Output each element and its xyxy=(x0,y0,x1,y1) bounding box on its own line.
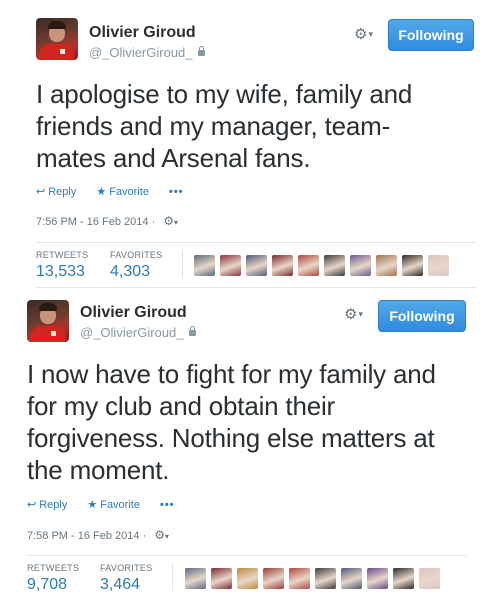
favorites-label: FAVORITES xyxy=(110,250,163,260)
tweet-text-line: friends and my manager, team- xyxy=(36,111,391,141)
favorite-button[interactable]: ★ Favorite xyxy=(96,185,159,198)
favorite-label: Favorite xyxy=(109,186,149,198)
favoriter-avatar[interactable] xyxy=(289,568,310,589)
retweets-label: RETWEETS xyxy=(27,563,80,573)
favoriter-avatar[interactable] xyxy=(194,255,215,276)
favoriter-avatar[interactable] xyxy=(263,568,284,589)
reply-icon: ↩ xyxy=(27,499,37,511)
favoriter-avatar[interactable] xyxy=(298,255,319,276)
tweet-text: I now have to fight for my family and fo… xyxy=(27,358,472,486)
divider xyxy=(27,555,467,556)
favoriter-avatar[interactable] xyxy=(350,255,371,276)
favorites-count[interactable]: 3,464 xyxy=(100,576,140,594)
tweet-text-line: I now have to fight for my family and xyxy=(27,359,436,389)
gear-small-button[interactable]: ⚙▾ xyxy=(154,528,169,542)
gear-small-button[interactable]: ⚙▾ xyxy=(163,214,178,228)
tweet-text-line: forgiveness. Nothing else matters at xyxy=(27,423,435,453)
favoriter-avatar[interactable] xyxy=(272,255,293,276)
tweet-actions: ↩ Reply ★ Favorite ••• xyxy=(36,185,194,198)
reply-button[interactable]: ↩ Reply xyxy=(27,498,77,511)
favoriter-avatar[interactable] xyxy=(367,568,388,589)
tweet-text-line: for my club and obtain their xyxy=(27,391,336,421)
favoriter-avatar[interactable] xyxy=(246,255,267,276)
user-handle[interactable]: @_OlivierGiroud_ xyxy=(89,45,205,60)
gear-menu-button[interactable]: ⚙▾ xyxy=(354,25,373,43)
tweet-actions: ↩ Reply ★ Favorite ••• xyxy=(27,498,185,511)
tweet-timestamp: 7:58 PM - 16 Feb 2014 · ⚙▾ xyxy=(27,528,169,542)
gear-menu-button[interactable]: ⚙▾ xyxy=(344,305,363,323)
favoriter-avatar[interactable] xyxy=(341,568,362,589)
gear-icon: ⚙ xyxy=(163,214,174,228)
following-button[interactable]: Following xyxy=(388,19,474,51)
reply-label: Reply xyxy=(39,499,68,511)
reply-icon: ↩ xyxy=(36,186,46,198)
star-icon: ★ xyxy=(96,186,107,198)
timestamp-text[interactable]: 7:58 PM - 16 Feb 2014 · xyxy=(27,530,146,542)
following-button[interactable]: Following xyxy=(378,300,466,332)
lock-icon xyxy=(197,46,205,56)
favoriters-list xyxy=(185,568,440,589)
reply-label: Reply xyxy=(48,186,77,198)
avatar[interactable] xyxy=(27,300,69,342)
stats-separator xyxy=(182,250,183,278)
user-name[interactable]: Olivier Giroud xyxy=(89,24,196,42)
gear-icon: ⚙ xyxy=(154,528,165,542)
user-handle[interactable]: @_OlivierGiroud_ xyxy=(80,325,196,340)
favoriters-list xyxy=(194,255,449,276)
favorite-button[interactable]: ★ Favorite xyxy=(87,498,150,511)
timestamp-text[interactable]: 7:56 PM - 16 Feb 2014 · xyxy=(36,216,155,228)
gear-icon: ⚙ xyxy=(354,26,368,43)
favoriter-avatar[interactable] xyxy=(315,568,336,589)
more-button[interactable]: ••• xyxy=(169,186,184,198)
retweets-label: RETWEETS xyxy=(36,250,89,260)
gear-icon: ⚙ xyxy=(344,306,358,323)
user-name[interactable]: Olivier Giroud xyxy=(80,304,187,322)
star-icon: ★ xyxy=(87,499,98,511)
favoriter-avatar[interactable] xyxy=(211,568,232,589)
favoriter-avatar[interactable] xyxy=(402,255,423,276)
favoriter-avatar[interactable] xyxy=(393,568,414,589)
retweets-count[interactable]: 9,708 xyxy=(27,576,67,594)
tweet-timestamp: 7:56 PM - 16 Feb 2014 · ⚙▾ xyxy=(36,214,178,228)
retweets-count[interactable]: 13,533 xyxy=(36,263,85,281)
chevron-down-icon: ▾ xyxy=(174,218,179,227)
avatar[interactable] xyxy=(36,18,78,60)
favorites-count[interactable]: 4,303 xyxy=(110,263,150,281)
divider xyxy=(36,242,476,243)
favoriter-avatar[interactable] xyxy=(324,255,345,276)
tweet-text-line: mates and Arsenal fans. xyxy=(36,143,311,173)
more-button[interactable]: ••• xyxy=(160,499,175,511)
tweet-text: I apologise to my wife, family and frien… xyxy=(36,78,456,174)
favorites-label: FAVORITES xyxy=(100,563,153,573)
favorite-label: Favorite xyxy=(100,499,140,511)
reply-button[interactable]: ↩ Reply xyxy=(36,185,86,198)
stats-separator xyxy=(172,563,173,591)
chevron-down-icon: ▾ xyxy=(358,309,363,319)
favoriter-avatar[interactable] xyxy=(428,255,449,276)
tweet-text-line: I apologise to my wife, family and xyxy=(36,79,413,109)
divider xyxy=(36,287,476,288)
favoriter-avatar[interactable] xyxy=(185,568,206,589)
lock-icon xyxy=(188,326,196,336)
favoriter-avatar[interactable] xyxy=(220,255,241,276)
chevron-down-icon: ▾ xyxy=(368,29,373,39)
chevron-down-icon: ▾ xyxy=(165,532,170,541)
favoriter-avatar[interactable] xyxy=(237,568,258,589)
favoriter-avatar[interactable] xyxy=(419,568,440,589)
handle-text: @_OlivierGiroud_ xyxy=(89,45,193,60)
handle-text: @_OlivierGiroud_ xyxy=(80,325,184,340)
favoriter-avatar[interactable] xyxy=(376,255,397,276)
tweet-text-line: the moment. xyxy=(27,455,170,485)
